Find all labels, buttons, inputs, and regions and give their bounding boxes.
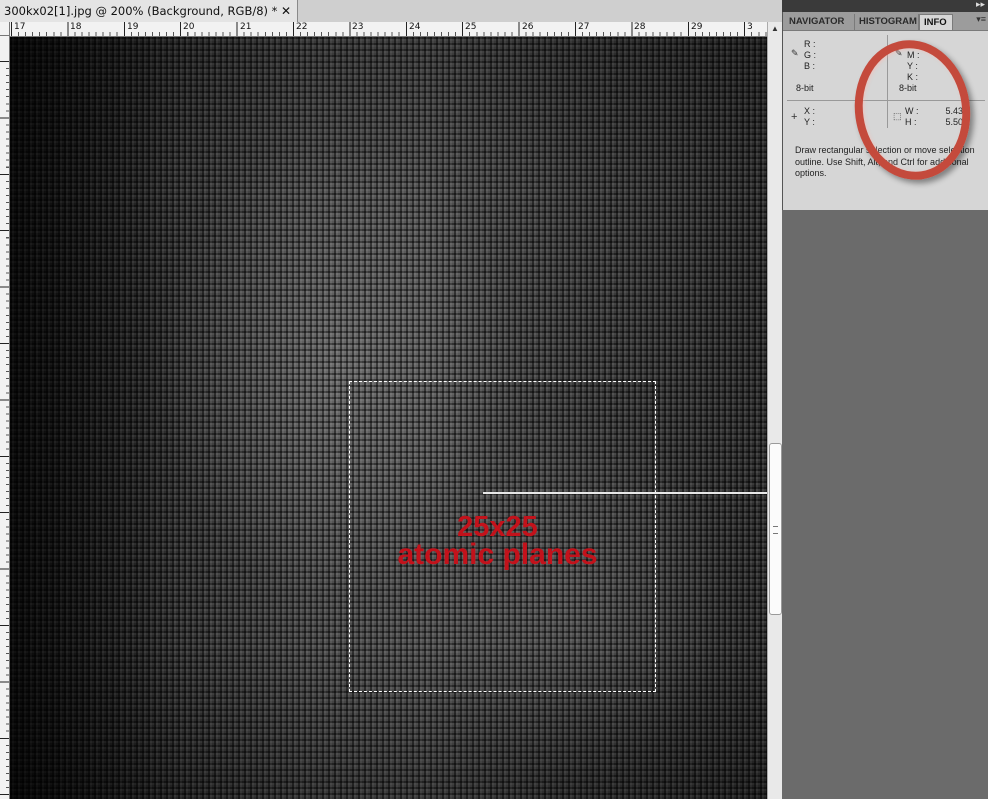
crosshair-icon: +: [791, 111, 798, 123]
label-g: G :: [804, 50, 817, 60]
ruler-number: 17: [14, 22, 26, 32]
panel-dock-strip: ▸▸: [782, 0, 988, 12]
annotation-line: [483, 492, 767, 494]
ruler-number: 24: [409, 22, 421, 32]
vertical-scrollbar[interactable]: ▲: [767, 22, 782, 799]
grip-icon: [773, 526, 778, 534]
ruler-number: 26: [522, 22, 534, 32]
ruler-number: 18: [70, 22, 82, 32]
ruler-number: 25: [465, 22, 477, 32]
scrollbar-thumb[interactable]: [769, 443, 782, 615]
collapse-panel-icon[interactable]: ▸▸: [976, 0, 985, 10]
panel-menu-icon[interactable]: ▾≡: [976, 14, 986, 25]
tab-info[interactable]: INFO: [919, 14, 953, 30]
ruler-number: 21: [240, 22, 252, 32]
ruler-number: 3: [747, 22, 753, 32]
vertical-ruler[interactable]: [0, 36, 10, 799]
ruler-origin[interactable]: [0, 22, 10, 36]
ruler-number: 19: [127, 22, 139, 32]
annotation-text: 25x25 atomic planes: [370, 513, 625, 571]
ruler-number: 28: [634, 22, 646, 32]
ruler-number: 22: [296, 22, 308, 32]
panel-tab-bar: NAVIGATOR HISTOGRAM INFO ▾≡: [783, 12, 988, 31]
annotation-line2: atomic planes: [397, 538, 598, 571]
label-x: X :: [804, 106, 816, 116]
eyedropper-icon[interactable]: ✎: [791, 48, 799, 59]
ruler-number: 20: [183, 22, 195, 32]
label-r: R :: [804, 39, 816, 49]
tab-histogram[interactable]: HISTOGRAM: [855, 14, 919, 30]
label-y-coord: Y :: [804, 117, 815, 127]
image-canvas[interactable]: 25x25 atomic planes: [10, 37, 767, 799]
tab-navigator[interactable]: NAVIGATOR: [785, 14, 855, 30]
ruler-number: 23: [352, 22, 364, 32]
bitdepth-left: 8-bit: [796, 83, 814, 93]
document-tab-bar: 300kx02[1].jpg @ 200% (Background, RGB/8…: [0, 0, 782, 23]
scroll-up-icon[interactable]: ▲: [768, 22, 782, 36]
horizontal-ruler[interactable]: 17 18 19 20 21 22 23 24 25 26 27 28 29 3: [10, 22, 768, 37]
close-icon[interactable]: ✕: [281, 0, 291, 22]
ruler-number: 27: [578, 22, 590, 32]
ruler-number: 29: [691, 22, 703, 32]
document-tab-title: 300kx02[1].jpg @ 200% (Background, RGB/8…: [4, 4, 278, 18]
document-tab[interactable]: 300kx02[1].jpg @ 200% (Background, RGB/8…: [0, 0, 298, 22]
label-b: B :: [804, 61, 816, 71]
